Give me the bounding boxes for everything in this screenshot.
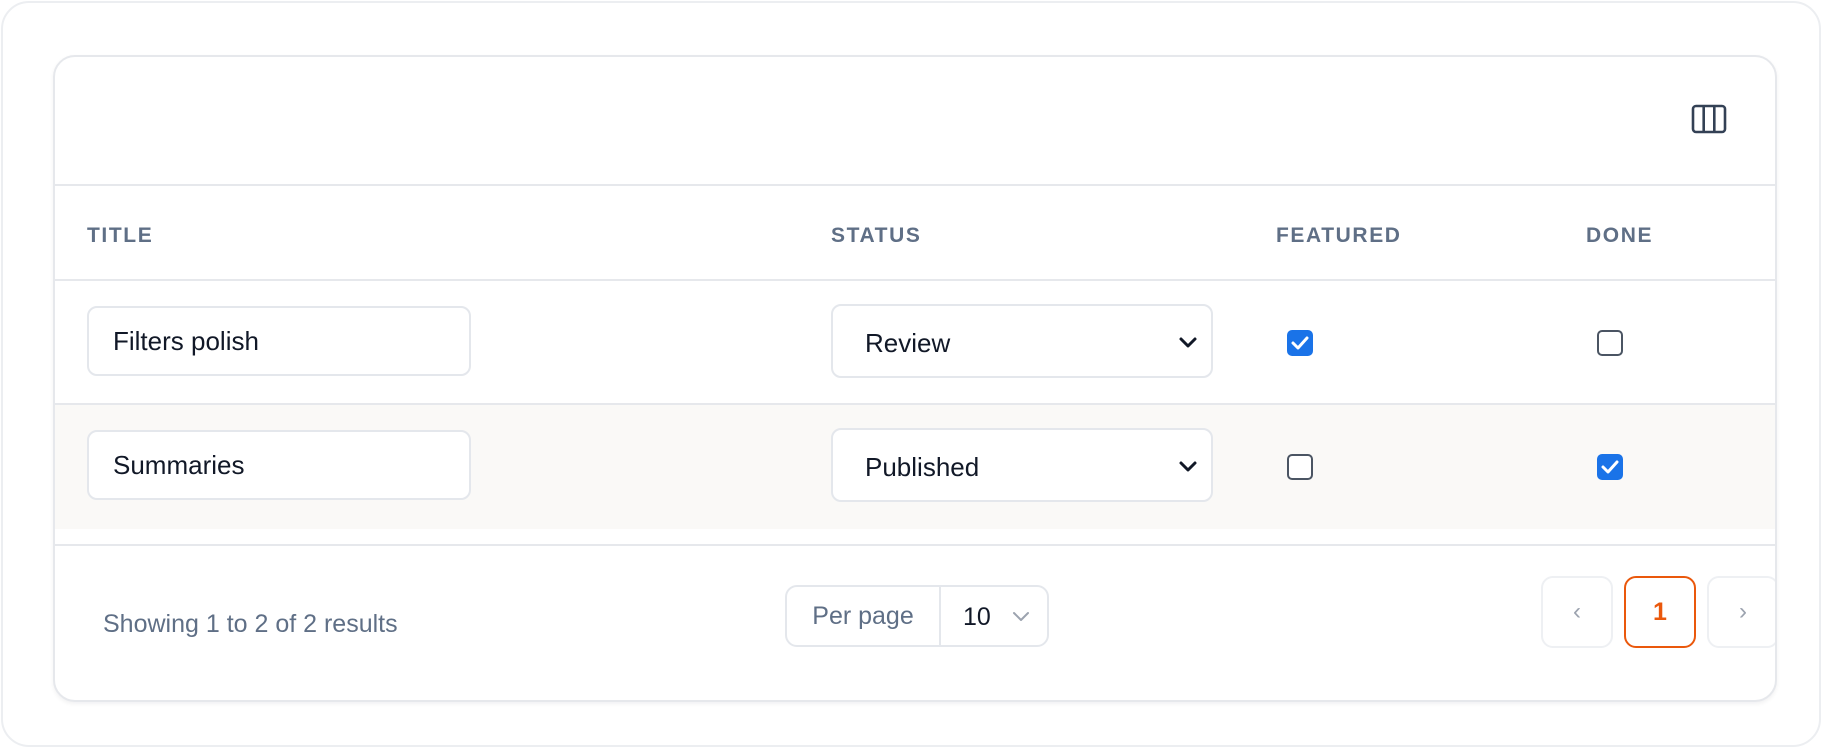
per-page-control: Per page 10 [785,585,1049,647]
table-toolbar [55,57,1775,186]
chevron-down-icon [1011,607,1031,627]
title-input[interactable] [87,306,471,376]
featured-checkbox[interactable] [1287,454,1313,480]
per-page-value: 10 [963,603,991,631]
page-frame: TITLE STATUS FEATURED DONE Review [1,1,1821,747]
status-select[interactable]: Review [831,304,1213,378]
pagination-prev-button[interactable]: ‹ [1541,576,1613,648]
columns-icon[interactable] [1691,103,1727,135]
featured-checkbox[interactable] [1287,330,1313,356]
table-footer: Showing 1 to 2 of 2 results Per page 10 … [55,544,1775,700]
results-summary: Showing 1 to 2 of 2 results [103,610,398,638]
per-page-label: Per page [787,587,941,645]
done-checkbox[interactable] [1597,330,1623,356]
status-select-value: Review [865,328,951,358]
chevron-down-icon [1177,332,1199,354]
column-header-done[interactable]: DONE [1586,224,1653,248]
check-icon [1291,336,1309,350]
column-header-status[interactable]: STATUS [831,224,921,248]
table-row: Review [55,281,1775,405]
table-row: Published [55,405,1775,529]
pagination-next-button[interactable]: › [1707,576,1775,648]
done-checkbox[interactable] [1597,454,1623,480]
pagination-page-button[interactable]: 1 [1624,576,1696,648]
title-input[interactable] [87,430,471,500]
per-page-select[interactable]: 10 [941,587,1047,645]
column-header-title[interactable]: TITLE [87,224,153,248]
status-select[interactable]: Published [831,428,1213,502]
table-card: TITLE STATUS FEATURED DONE Review [53,55,1777,702]
column-header-featured[interactable]: FEATURED [1276,224,1402,248]
status-select-value: Published [865,452,980,482]
table-header: TITLE STATUS FEATURED DONE [55,186,1775,281]
chevron-down-icon [1177,456,1199,478]
check-icon [1601,460,1619,474]
